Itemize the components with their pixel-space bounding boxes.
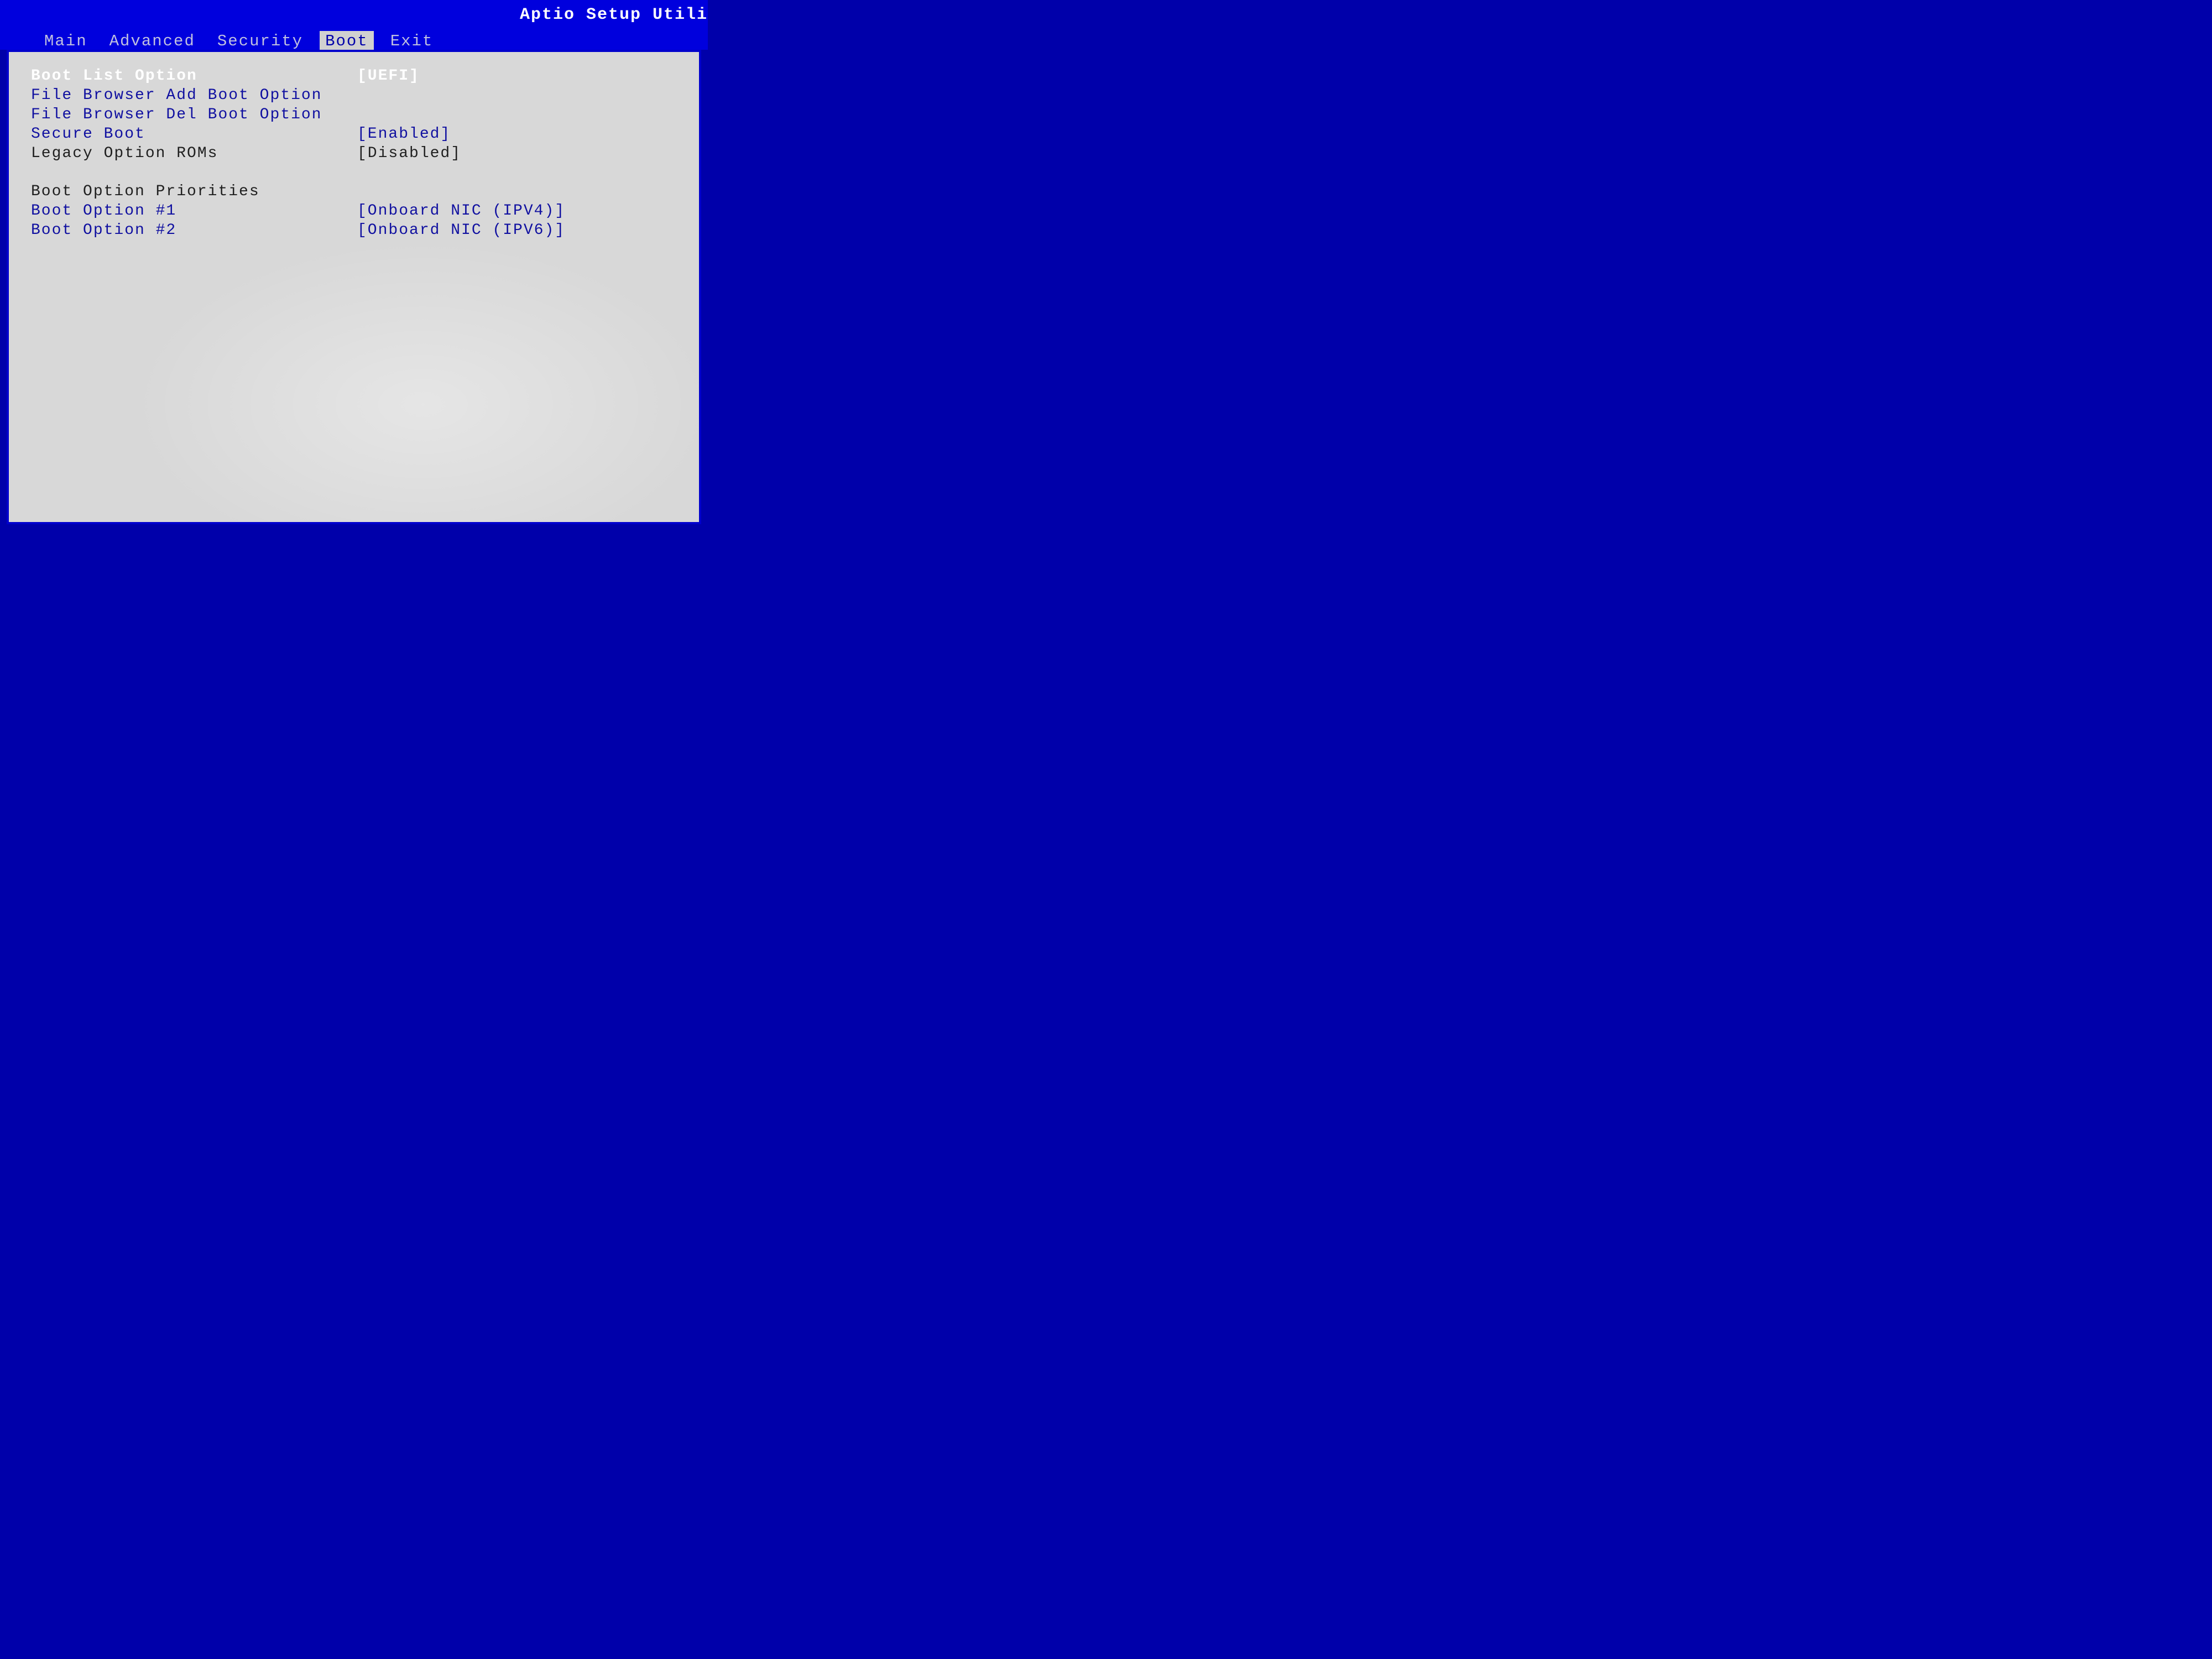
utility-title: Aptio Setup Utili [520,6,708,24]
header-bar: Aptio Setup Utili Main Advanced Security… [0,0,708,50]
secure-boot-value: [Enabled] [357,126,677,143]
boot-list-option-row[interactable]: Boot List Option [UEFI] [31,67,677,85]
tab-boot[interactable]: Boot [320,31,374,51]
legacy-option-roms-row: Legacy Option ROMs [Disabled] [31,145,677,162]
tab-security[interactable]: Security [212,31,309,51]
boot-priorities-header: Boot Option Priorities [31,183,357,200]
boot-option-1-value: [Onboard NIC (IPV4)] [357,202,677,220]
tab-main[interactable]: Main [39,31,93,51]
boot-option-1-label: Boot Option #1 [31,202,357,220]
file-browser-del-label: File Browser Del Boot Option [31,106,357,123]
secure-boot-row[interactable]: Secure Boot [Enabled] [31,126,677,143]
file-browser-add-row[interactable]: File Browser Add Boot Option [31,87,677,104]
boot-list-option-label: Boot List Option [31,67,357,85]
file-browser-del-row[interactable]: File Browser Del Boot Option [31,106,677,123]
tab-bar: Main Advanced Security Boot Exit [0,31,708,51]
tab-exit[interactable]: Exit [385,31,439,51]
bios-setup-screen: Aptio Setup Utili Main Advanced Security… [0,0,708,531]
boot-option-1-row[interactable]: Boot Option #1 [Onboard NIC (IPV4)] [31,202,677,220]
spacer [31,164,677,183]
legacy-option-roms-label: Legacy Option ROMs [31,145,357,162]
legacy-option-roms-value: [Disabled] [357,145,677,162]
tab-advanced[interactable]: Advanced [104,31,201,51]
boot-option-2-row[interactable]: Boot Option #2 [Onboard NIC (IPV6)] [31,222,677,239]
file-browser-add-label: File Browser Add Boot Option [31,87,357,104]
boot-option-2-label: Boot Option #2 [31,222,357,239]
boot-list-option-value: [UEFI] [357,67,677,85]
boot-option-2-value: [Onboard NIC (IPV6)] [357,222,677,239]
secure-boot-label: Secure Boot [31,126,357,143]
boot-settings-panel: Boot List Option [UEFI] File Browser Add… [7,50,701,524]
boot-priorities-header-row: Boot Option Priorities [31,183,677,200]
